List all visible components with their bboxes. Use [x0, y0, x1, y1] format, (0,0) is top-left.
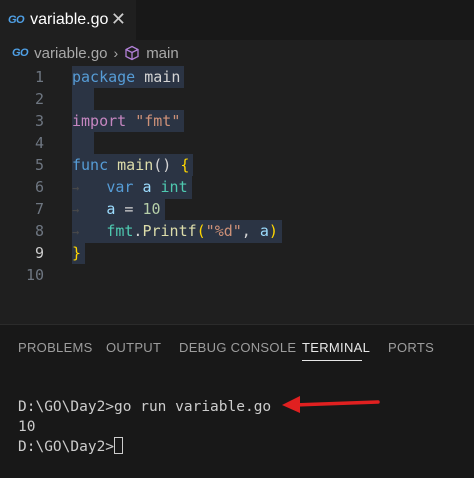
red-arrow-annotation: [282, 396, 380, 413]
code-text: package main: [72, 66, 185, 88]
breadcrumb-separator: ›: [113, 45, 119, 61]
close-icon[interactable]: ✕: [111, 9, 126, 29]
line-number: 4: [34, 134, 44, 152]
code-text: }: [72, 242, 86, 264]
code-text: import "fmt": [72, 110, 185, 132]
line-number: 5: [34, 156, 44, 174]
terminal-cursor: [114, 437, 124, 454]
code-text: → a = 10: [72, 198, 165, 221]
tab-terminal[interactable]: TERMINAL: [302, 339, 370, 357]
line-number: 2: [34, 90, 44, 108]
terminal-line: 10: [18, 419, 36, 435]
code-text: → var a int: [72, 176, 192, 199]
tab-debug-console[interactable]: DEBUG CONSOLE: [179, 339, 296, 357]
go-file-icon: GO: [8, 14, 25, 26]
code-text: [72, 88, 95, 110]
breadcrumb: GO variable.go › main: [0, 40, 474, 66]
code-line: 8 → fmt.Printf("%d", a): [0, 220, 474, 243]
breadcrumb-symbol[interactable]: main: [146, 45, 179, 62]
code-editor[interactable]: 1 package main 2 3 import "fmt" 4 5 func…: [0, 66, 474, 324]
terminal-output[interactable]: D:\GO\Day2>go run variable.go 10 D:\GO\D…: [18, 397, 271, 457]
panel-tabs: PROBLEMS OUTPUT DEBUG CONSOLE TERMINAL P…: [0, 339, 474, 365]
code-line: 7 → a = 10: [0, 198, 474, 221]
code-line: 9 }: [0, 242, 474, 264]
breadcrumb-file[interactable]: variable.go: [34, 45, 107, 62]
tab-variable-go[interactable]: GO variable.go ✕: [0, 0, 136, 40]
editor-tab-bar: GO variable.go ✕: [0, 0, 474, 40]
code-line: 6 → var a int: [0, 176, 474, 199]
active-tab-indicator: [302, 360, 362, 361]
tab-label: variable.go: [30, 11, 109, 28]
code-line: 3 import "fmt": [0, 110, 474, 132]
line-number: 6: [34, 178, 44, 196]
line-number: 10: [25, 266, 44, 284]
code-line: 2: [0, 88, 474, 110]
line-number: 1: [34, 68, 44, 86]
terminal-prompt: D:\GO\Day2>: [18, 439, 115, 455]
terminal-prompt-line: D:\GO\Day2>: [18, 437, 271, 457]
line-number: 9: [34, 244, 44, 262]
code-text: → fmt.Printf("%d", a): [72, 220, 282, 243]
code-text: [72, 132, 95, 154]
terminal-line: D:\GO\Day2>go run variable.go: [18, 399, 272, 415]
line-number: 3: [34, 112, 44, 130]
tab-ports[interactable]: PORTS: [388, 339, 434, 357]
code-line: 10: [0, 264, 474, 286]
symbol-method-icon: [125, 45, 139, 61]
code-line: 4: [0, 132, 474, 154]
code-line: 1 package main: [0, 66, 474, 88]
code-text: func main() {: [72, 154, 194, 176]
bottom-panel: PROBLEMS OUTPUT DEBUG CONSOLE TERMINAL P…: [0, 325, 474, 478]
tab-problems[interactable]: PROBLEMS: [18, 339, 93, 357]
line-number: 8: [34, 222, 44, 240]
code-line: 5 func main() {: [0, 154, 474, 176]
go-file-icon: GO: [12, 47, 29, 59]
line-number: 7: [34, 200, 44, 218]
tab-output[interactable]: OUTPUT: [106, 339, 161, 357]
